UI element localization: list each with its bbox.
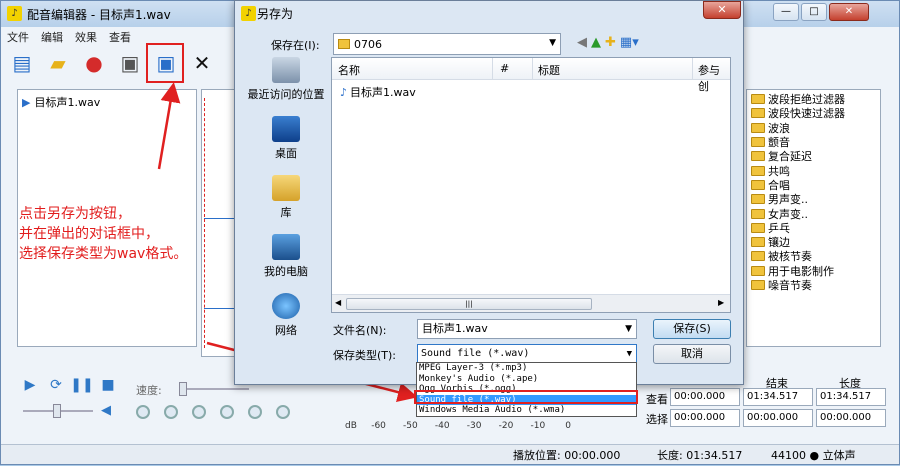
status-position: 播放位置: 00:00.000 (513, 449, 621, 462)
zoom-in-icon[interactable] (136, 405, 150, 419)
recent-places-icon (272, 57, 300, 83)
stop-icon[interactable]: ■ (99, 376, 117, 394)
transport-controls: ▶ ⟳ ❚❚ ■ (21, 376, 117, 394)
place-library[interactable]: 库 (243, 175, 329, 220)
horizontal-scrollbar[interactable]: ◀ ||| ▶ (332, 294, 730, 312)
save-in-label: 保存在(I): (271, 39, 320, 52)
zoom-fit-icon[interactable] (220, 405, 234, 419)
col-name[interactable]: 名称 (338, 62, 360, 78)
zoom-vertical-in-icon[interactable] (248, 405, 262, 419)
pause-icon[interactable]: ❚❚ (70, 376, 93, 394)
back-icon[interactable]: ◀ (577, 35, 587, 50)
volume-thumb[interactable] (53, 404, 61, 418)
chevron-down-icon: ▼ (549, 38, 556, 48)
select-start-field[interactable]: 00:00.000 (670, 409, 740, 427)
new-folder-icon[interactable]: ✚ (605, 35, 616, 50)
save-button[interactable]: 保存(S) (653, 319, 731, 339)
select-end-field[interactable]: 00:00.000 (743, 409, 813, 427)
file-list-view[interactable]: 名称 # 标题 参与创 ♪ 目标声1.wav ◀ ||| ▶ (331, 57, 731, 313)
save-in-combo[interactable]: 0706 ▼ (333, 33, 561, 55)
filetype-option[interactable]: Monkey's Audio (*.ape) (417, 374, 636, 385)
play-icon[interactable]: ▶ (21, 376, 39, 394)
view-length-field[interactable]: 01:34.517 (816, 388, 886, 406)
desktop-icon (272, 116, 300, 142)
col-contributor[interactable]: 参与创 (698, 62, 730, 94)
speed-label: 速度: (136, 384, 162, 397)
speed-track (179, 388, 249, 390)
zoom-out-icon[interactable] (164, 405, 178, 419)
speed-thumb[interactable] (179, 382, 187, 396)
filetype-option[interactable]: Windows Media Audio (*.wma) (417, 405, 636, 416)
db-scale: dB -60 -50 -40 -30 -20 -10 0 (345, 421, 571, 431)
col-number[interactable]: # (500, 62, 509, 75)
list-item[interactable]: ♪ 目标声1.wav (340, 84, 416, 100)
save-in-value: 0706 (354, 37, 382, 51)
filetype-value: Sound file (*.wav) (421, 348, 530, 359)
place-desktop-label: 桌面 (275, 147, 297, 160)
dialog-nav-toolbar: ◀ ▲ ✚ ▦▾ (577, 35, 639, 50)
places-bar: 最近访问的位置 桌面 库 我的电脑 网络 (243, 57, 329, 337)
status-length: 长度: 01:34.517 (657, 449, 743, 462)
chevron-down-icon[interactable]: ▼ (627, 345, 632, 363)
filename-input[interactable]: 目标声1.wav ▼ (417, 319, 637, 339)
dialog-title-bar: ♪ 另存为 (235, 1, 743, 25)
computer-icon (272, 234, 300, 260)
place-computer[interactable]: 我的电脑 (243, 234, 329, 279)
filetype-select[interactable]: Sound file (*.wav) ▼ (417, 344, 637, 364)
list-item-name: 目标声1.wav (350, 86, 416, 99)
folder-icon (338, 39, 350, 49)
place-desktop[interactable]: 桌面 (243, 116, 329, 161)
view-label: 查看 (646, 393, 668, 406)
view-end-field[interactable]: 01:34.517 (743, 388, 813, 406)
zoom-selection-icon[interactable] (192, 405, 206, 419)
zoom-vertical-out-icon[interactable] (276, 405, 290, 419)
wav-option-highlight-box (414, 390, 638, 404)
volume-slider[interactable]: ◀ (23, 403, 111, 419)
scroll-left-icon[interactable]: ◀ (335, 298, 341, 307)
place-recent-label: 最近访问的位置 (247, 88, 325, 101)
filetype-option[interactable]: MPEG Layer-3 (*.mp3) (417, 363, 636, 374)
save-as-dialog: ♪ 另存为 ✕ 保存在(I): 0706 ▼ ◀ ▲ ✚ ▦▾ 最近访问的位置 … (234, 0, 744, 385)
status-format: 44100 ● 立体声 (771, 449, 856, 462)
view-start-field[interactable]: 00:00.000 (670, 388, 740, 406)
select-length-field[interactable]: 00:00.000 (816, 409, 886, 427)
select-label: 选择 (646, 413, 668, 426)
library-icon (272, 175, 300, 201)
col-title[interactable]: 标题 (538, 62, 560, 78)
speaker-icon[interactable]: ◀ (101, 403, 111, 418)
cancel-button[interactable]: 取消 (653, 344, 731, 364)
status-bar: 播放位置: 00:00.000 长度: 01:34.517 44100 ● 立体… (1, 444, 899, 464)
scroll-thumb[interactable]: ||| (346, 298, 592, 310)
list-header: 名称 # 标题 参与创 (332, 58, 730, 93)
place-library-label: 库 (280, 206, 292, 219)
audio-file-icon: ♪ (340, 85, 348, 99)
chevron-down-icon[interactable]: ▼ (625, 320, 632, 338)
arrow-to-save-as (157, 82, 181, 170)
place-recent[interactable]: 最近访问的位置 (243, 57, 329, 102)
loop-icon[interactable]: ⟳ (47, 376, 65, 394)
place-network-label: 网络 (275, 324, 297, 337)
place-computer-label: 我的电脑 (264, 265, 308, 278)
dialog-app-icon: ♪ (241, 6, 256, 21)
dialog-title: 另存为 (257, 6, 294, 21)
up-folder-icon[interactable]: ▲ (591, 35, 601, 50)
filename-label: 文件名(N): (333, 324, 387, 337)
filetype-label: 保存类型(T): (333, 349, 397, 362)
network-icon (272, 293, 300, 319)
dialog-close-button[interactable]: ✕ (703, 1, 741, 19)
scroll-right-icon[interactable]: ▶ (718, 298, 724, 307)
filename-value: 目标声1.wav (422, 322, 488, 335)
zoom-toolbar (136, 405, 290, 419)
place-network[interactable]: 网络 (243, 293, 329, 338)
view-menu-icon[interactable]: ▦▾ (620, 35, 639, 50)
